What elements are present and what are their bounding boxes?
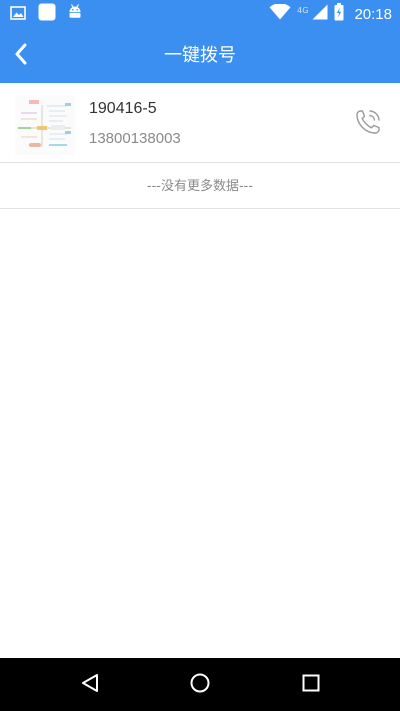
android-notification-icon [68, 4, 82, 24]
clock: 20:18 [354, 5, 392, 23]
wifi-icon [269, 3, 291, 24]
no-more-data-label: ---没有更多数据--- [0, 164, 400, 209]
nav-recents-icon [301, 673, 321, 697]
signal-icon [312, 4, 328, 24]
status-bar: 4G 20:18 [0, 0, 400, 28]
nav-back-icon [80, 673, 100, 697]
phone-call-icon [353, 107, 383, 141]
mindmap-thumbnail [15, 95, 75, 155]
nav-home-button[interactable] [186, 671, 214, 699]
screen: 4G 20:18 一键拨号 190416-5 13800138003 ---没有… [0, 0, 400, 711]
back-button[interactable] [14, 38, 54, 74]
nav-home-icon [189, 672, 211, 698]
back-chevron-icon [14, 43, 28, 69]
contact-phone: 13800138003 [89, 130, 181, 147]
nav-recents-button[interactable] [297, 671, 325, 699]
page-title: 一键拨号 [164, 45, 236, 66]
system-navigation-bar [0, 658, 400, 711]
image-notification-icon [10, 5, 26, 24]
contact-name: 190416-5 [89, 100, 157, 117]
network-type: 4G [297, 5, 309, 15]
notification-icons [10, 3, 82, 25]
battery-icon [334, 3, 344, 25]
nav-back-button[interactable] [76, 671, 104, 699]
header: 一键拨号 [0, 28, 400, 83]
system-status: 4G 20:18 [269, 3, 392, 25]
contact-list-item[interactable]: 190416-5 13800138003 [0, 83, 400, 163]
call-button[interactable] [350, 107, 386, 141]
app-notification-icon [38, 3, 56, 25]
